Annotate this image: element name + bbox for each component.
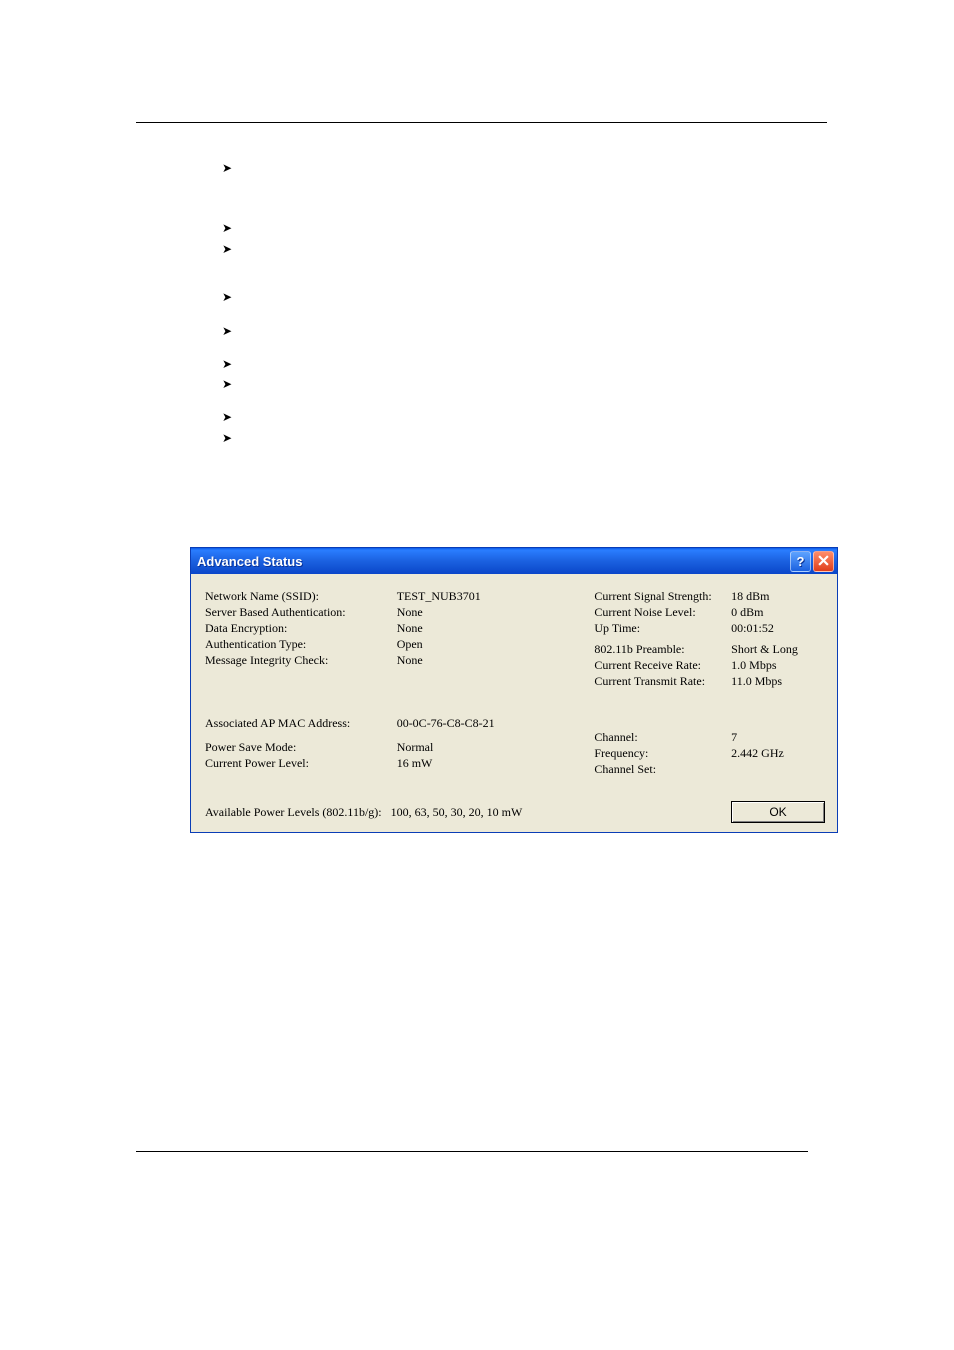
- preamble-label: 802.11b Preamble:: [594, 641, 723, 657]
- channel-label: Channel:: [594, 729, 723, 745]
- help-icon: ?: [797, 554, 805, 569]
- auth-type-label: Authentication Type:: [205, 636, 389, 652]
- horizontal-rule-top: [136, 122, 827, 123]
- available-power-value: 100, 63, 50, 30, 20, 10 mW: [391, 805, 523, 819]
- close-icon: [818, 554, 829, 569]
- assoc-ap-mac-label: Associated AP MAC Address:: [205, 715, 389, 731]
- network-name-value: TEST_NUB3701: [397, 588, 587, 604]
- close-button[interactable]: [813, 551, 834, 572]
- bullet-icon: ➤: [222, 432, 232, 444]
- data-encryption-label: Data Encryption:: [205, 620, 389, 636]
- auth-type-value: Open: [397, 636, 587, 652]
- server-auth-value: None: [397, 604, 587, 620]
- tx-rate-label: Current Transmit Rate:: [594, 673, 723, 689]
- available-power-label: Available Power Levels (802.11b/g):: [205, 805, 382, 819]
- ok-button[interactable]: OK: [731, 801, 825, 823]
- tx-rate-value: 11.0 Mbps: [731, 673, 823, 689]
- data-encryption-value: None: [397, 620, 587, 636]
- titlebar[interactable]: Advanced Status ?: [191, 548, 837, 574]
- signal-strength-value: 18 dBm: [731, 588, 823, 604]
- dialog-title: Advanced Status: [197, 554, 790, 569]
- frequency-value: 2.442 GHz: [731, 745, 823, 761]
- uptime-label: Up Time:: [594, 620, 723, 636]
- noise-level-label: Current Noise Level:: [594, 604, 723, 620]
- bullet-icon: ➤: [222, 378, 232, 390]
- cur-power-label: Current Power Level:: [205, 755, 389, 771]
- uptime-value: 00:01:52: [731, 620, 823, 636]
- server-auth-label: Server Based Authentication:: [205, 604, 389, 620]
- signal-strength-label: Current Signal Strength:: [594, 588, 723, 604]
- msg-integrity-label: Message Integrity Check:: [205, 652, 389, 668]
- bullet-icon: ➤: [222, 243, 232, 255]
- power-save-value: Normal: [397, 739, 587, 755]
- advanced-status-dialog: Advanced Status ? Network Name (SSID): S…: [190, 547, 838, 833]
- bullet-icon: ➤: [222, 325, 232, 337]
- bullet-icon: ➤: [222, 411, 232, 423]
- frequency-label: Frequency:: [594, 745, 723, 761]
- preamble-value: Short & Long: [731, 641, 823, 657]
- msg-integrity-value: None: [397, 652, 587, 668]
- bullet-icon: ➤: [222, 358, 232, 370]
- rx-rate-value: 1.0 Mbps: [731, 657, 823, 673]
- bullet-icon: ➤: [222, 162, 232, 174]
- noise-level-value: 0 dBm: [731, 604, 823, 620]
- network-name-label: Network Name (SSID):: [205, 588, 389, 604]
- help-button[interactable]: ?: [790, 551, 811, 572]
- assoc-ap-mac-value: 00-0C-76-C8-C8-21: [397, 715, 587, 731]
- dialog-body: Network Name (SSID): Server Based Authen…: [191, 574, 837, 830]
- bullet-icon: ➤: [222, 222, 232, 234]
- cur-power-value: 16 mW: [397, 755, 587, 771]
- bullet-icon: ➤: [222, 291, 232, 303]
- rx-rate-label: Current Receive Rate:: [594, 657, 723, 673]
- power-save-label: Power Save Mode:: [205, 739, 389, 755]
- horizontal-rule-bottom: [136, 1151, 808, 1152]
- channel-set-label: Channel Set:: [594, 761, 723, 777]
- channel-value: 7: [731, 729, 823, 745]
